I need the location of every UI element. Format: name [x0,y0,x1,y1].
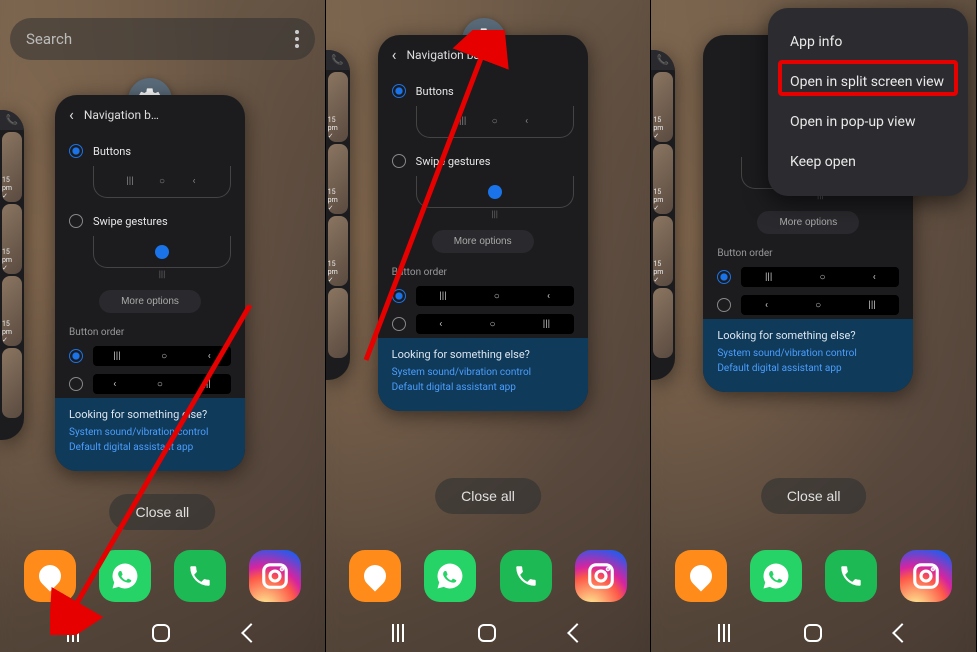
more-options-button[interactable]: More options [99,290,201,313]
link-default-assistant[interactable]: Default digital assistant app [392,382,574,393]
button-order-label: Button order [378,263,588,282]
button-order-label: Button order [55,323,245,342]
tips-app-icon[interactable] [675,550,727,602]
recents-card-settings[interactable]: ‹ Navigation b… Buttons |||○‹ Swipe gest… [55,95,245,471]
menu-keep-open[interactable]: Keep open [768,142,968,182]
tips-app-icon[interactable] [24,550,76,602]
search-placeholder: Search [26,30,72,48]
card-header: ‹ Navigation b… [55,95,245,134]
close-all-button[interactable]: Close all [109,494,215,530]
swipe-preview [416,176,574,208]
order-option-1[interactable]: |||○‹ [55,342,245,370]
option-swipe[interactable]: Swipe gestures [55,204,245,232]
previous-app-sliver[interactable]: 📞 15 pm ✓ 15 pm ✓ 15 pm ✓ [651,50,675,380]
nav-recents-button[interactable] [392,624,404,642]
panel-step-3: 📞 15 pm ✓ 15 pm ✓ 15 pm ✓ ||| More optio… [651,0,977,652]
button-order-label: Button order [703,244,913,263]
close-all-button[interactable]: Close all [435,478,541,514]
option-buttons[interactable]: Buttons [55,134,245,162]
order-option-1[interactable]: |||○‹ [378,282,588,310]
phone-app-icon[interactable] [174,550,226,602]
link-system-sound[interactable]: System sound/vibration control [392,367,574,378]
link-default-assistant[interactable]: Default digital assistant app [69,442,231,453]
card-header: ‹ Navigation ba [378,35,588,74]
link-system-sound[interactable]: System sound/vibration control [69,427,231,438]
nav-recents-button[interactable] [67,624,79,642]
option-buttons[interactable]: Buttons [378,74,588,102]
looking-for-panel: Looking for something else? System sound… [378,338,588,411]
panel-step-1: Search 📞 15 pm ✓ 15 pm ✓ 15 pm ✓ ‹ Navig… [0,0,326,652]
looking-for-panel: Looking for something else? System sound… [703,319,913,392]
buttons-preview: |||○‹ [416,106,574,138]
link-system-sound[interactable]: System sound/vibration control [717,348,899,359]
nav-recents-button[interactable] [718,624,730,642]
order-option-2[interactable]: ‹○||| [703,291,913,319]
back-chevron-icon[interactable]: ‹ [69,105,74,124]
menu-split-screen[interactable]: Open in split screen view [768,62,968,102]
recents-search-bar[interactable]: Search [10,18,315,60]
phone-app-icon[interactable] [500,550,552,602]
close-all-button[interactable]: Close all [761,478,867,514]
swipe-preview [93,236,231,268]
system-navbar [0,624,325,642]
nav-back-button[interactable] [241,623,261,643]
order-option-1[interactable]: |||○‹ [703,263,913,291]
panel-step-2: 📞 15 pm ✓ 15 pm ✓ 15 pm ✓ ‹ Navigation b… [326,0,652,652]
menu-popup-view[interactable]: Open in pop-up view [768,102,968,142]
nav-back-button[interactable] [567,623,587,643]
system-navbar [326,624,651,642]
menu-app-info[interactable]: App info [768,22,968,62]
whatsapp-app-icon[interactable] [99,550,151,602]
option-swipe[interactable]: Swipe gestures [378,144,588,172]
radio-on-icon [69,144,83,158]
previous-app-sliver[interactable]: 📞 15 pm ✓ 15 pm ✓ 15 pm ✓ [0,110,24,440]
nav-home-button[interactable] [804,624,822,642]
recents-card-settings[interactable]: ‹ Navigation ba Buttons |||○‹ Swipe gest… [378,35,588,411]
nav-home-button[interactable] [152,624,170,642]
link-default-assistant[interactable]: Default digital assistant app [717,363,899,374]
more-options-button[interactable]: More options [432,230,534,253]
back-chevron-icon[interactable]: ‹ [392,45,397,64]
buttons-preview: |||○‹ [93,166,231,198]
app-dock [651,550,976,602]
instagram-app-icon[interactable] [249,550,301,602]
nav-back-button[interactable] [892,623,912,643]
page-title: Navigation ba [406,48,480,62]
page-title: Navigation b… [84,108,159,122]
radio-off-icon [69,214,83,228]
swipe-bar-icon: ||| [93,270,231,280]
phone-app-icon[interactable] [825,550,877,602]
instagram-app-icon[interactable] [575,550,627,602]
order-option-2[interactable]: ‹○||| [55,370,245,398]
more-options-button[interactable]: More options [757,211,859,234]
whatsapp-app-icon[interactable] [424,550,476,602]
previous-app-sliver[interactable]: 📞 15 pm ✓ 15 pm ✓ 15 pm ✓ [326,50,350,380]
whatsapp-app-icon[interactable] [750,550,802,602]
nav-home-button[interactable] [478,624,496,642]
app-dock [0,550,325,602]
app-dock [326,550,651,602]
app-context-menu: App info Open in split screen view Open … [768,8,968,196]
order-option-2[interactable]: ‹○||| [378,310,588,338]
looking-for-panel: Looking for something else? System sound… [55,398,245,471]
tips-app-icon[interactable] [349,550,401,602]
sliver-topbar: 📞 [0,110,24,130]
more-menu-icon[interactable] [295,30,299,48]
system-navbar [651,624,976,642]
instagram-app-icon[interactable] [900,550,952,602]
